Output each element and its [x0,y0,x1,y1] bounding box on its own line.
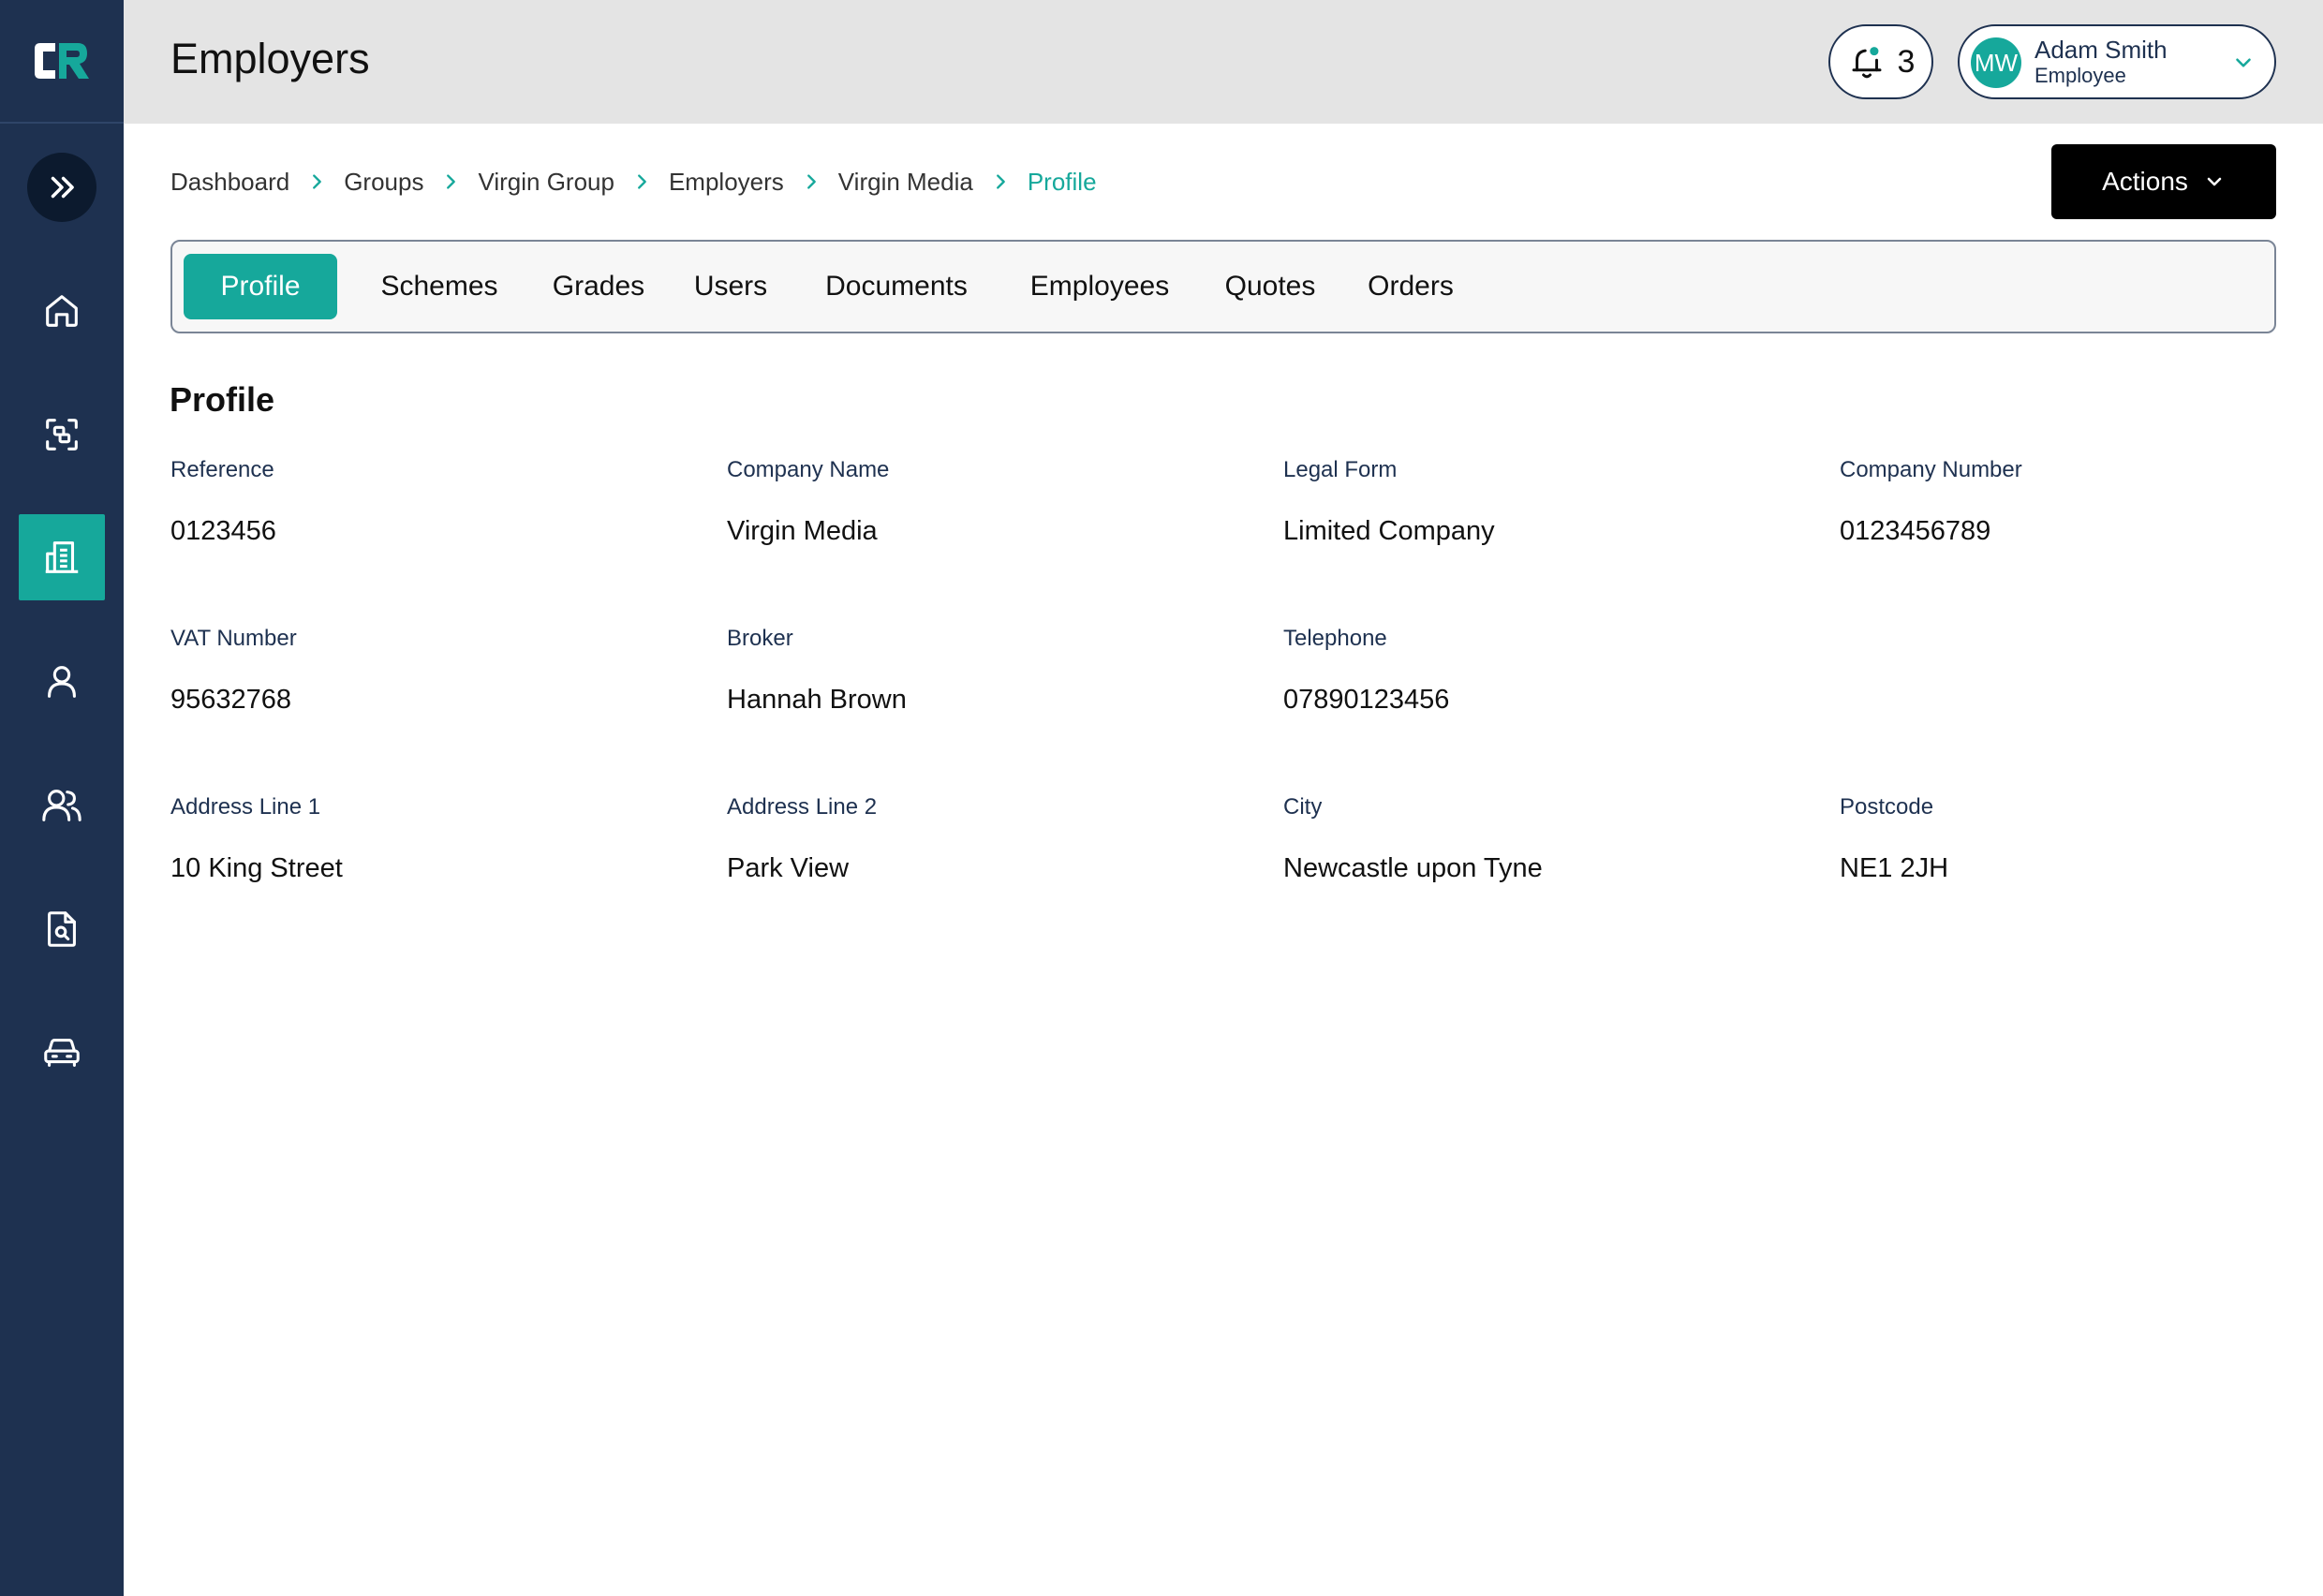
bell-icon [1852,47,1882,79]
field-label: Address Line 1 [170,794,321,820]
breadcrumb-item-virgin-media[interactable]: Virgin Media [838,168,973,197]
breadcrumb: Dashboard Groups Virgin Group Employers … [170,165,1097,199]
tab-schemes[interactable]: Schemes [363,254,515,319]
field-value: 0123456 [170,516,276,546]
tab-grades[interactable]: Grades [541,254,656,319]
field-label: Reference [170,457,274,482]
scan-icon [46,419,78,451]
breadcrumb-item-employers[interactable]: Employers [669,168,784,197]
logo-icon [35,43,89,79]
breadcrumb-item-profile: Profile [1027,167,1097,196]
sidebar-item-scan[interactable] [19,392,105,478]
home-icon [46,295,78,327]
chevron-right-icon [638,174,646,189]
sidebar-item-users[interactable] [19,762,105,849]
tab-employees[interactable]: Employees [1014,254,1186,319]
field-value: 0123456789 [1840,516,1991,546]
page-title: Employers [170,35,370,82]
field-value: 10 King Street [170,853,343,883]
field-value: Hannah Brown [727,685,907,715]
sidebar-item-documents[interactable] [19,886,105,972]
field-label: Company Name [727,457,890,482]
chevron-right-icon [806,174,816,189]
car-icon [44,1039,80,1067]
avatar: MW [1971,37,2021,88]
user-icon [48,666,76,698]
notification-count: 3 [1897,43,1916,80]
chevron-right-icon [447,174,456,189]
tab-orders[interactable]: Orders [1354,254,1467,319]
sidebar-item-vehicles[interactable] [19,1010,105,1096]
user-menu[interactable]: MW Adam Smith Employee [1958,24,2276,99]
field-label: Address Line 2 [727,794,878,820]
building-icon [45,541,79,573]
field-value: NE1 2JH [1840,853,1949,883]
sidebar-item-employers[interactable] [19,514,105,600]
breadcrumb-item-virgin-group[interactable]: Virgin Group [478,168,614,197]
field-value: Limited Company [1283,516,1495,546]
user-role: Employee [2034,64,2126,87]
tab-profile[interactable]: Profile [184,254,337,319]
field-value: Park View [727,853,850,883]
field-label: VAT Number [170,626,297,651]
sidebar-item-home[interactable] [19,268,105,354]
field-label: Company Number [1840,457,2022,482]
top-header: Employers 3 MW Adam Smith Employee [124,0,2323,124]
field-label: Telephone [1283,626,1387,651]
tab-documents[interactable]: Documents [806,254,987,319]
sidebar [0,0,124,1596]
tab-quotes[interactable]: Quotes [1212,254,1328,319]
field-value: 07890123456 [1283,685,1450,715]
breadcrumb-item-dashboard[interactable]: Dashboard [170,168,289,197]
chevron-down-icon [2207,177,2222,186]
field-label: Broker [727,626,793,651]
user-name: Adam Smith [2034,36,2168,64]
chevron-down-icon [2236,58,2251,67]
field-label: Postcode [1840,794,1934,820]
actions-label: Actions [2102,167,2188,196]
field-value: Newcastle upon Tyne [1283,853,1543,883]
actions-button[interactable]: Actions [2051,144,2276,219]
field-label: Legal Form [1283,457,1398,482]
breadcrumb-item-groups[interactable]: Groups [344,168,423,197]
document-search-icon [48,911,76,947]
field-value: Virgin Media [727,516,878,546]
sidebar-item-user[interactable] [19,639,105,725]
expand-sidebar-button[interactable] [27,153,96,222]
app-logo[interactable] [0,0,124,124]
chevron-right-icon [996,174,1005,189]
notifications-button[interactable]: 3 [1828,24,1933,99]
section-title: Profile [170,380,275,419]
field-label: City [1283,794,1323,820]
users-icon [42,790,81,821]
tab-bar: Profile Schemes Grades Users Documents E… [170,240,2276,333]
chevron-right-icon [313,174,322,189]
double-chevron-right-icon [51,176,74,199]
field-value: 95632768 [170,685,292,715]
tab-users[interactable]: Users [682,254,779,319]
